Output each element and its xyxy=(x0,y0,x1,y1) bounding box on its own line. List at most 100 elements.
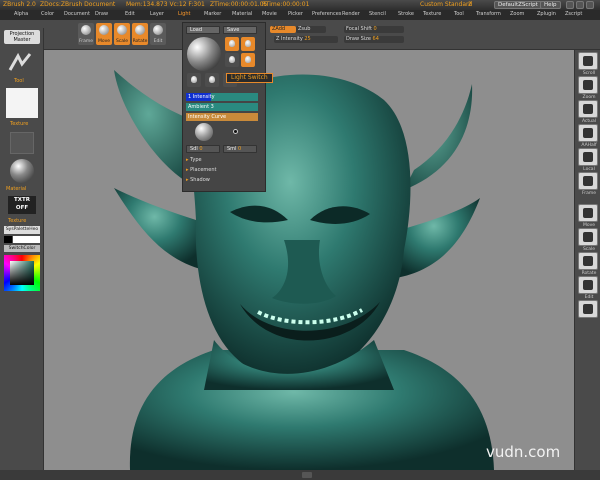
actual-icon xyxy=(583,104,593,114)
zadd-button[interactable]: ZAdd xyxy=(270,26,296,33)
menu-zplugin[interactable]: Zplugin xyxy=(537,11,556,17)
move-icon xyxy=(99,25,109,35)
material-sphere[interactable] xyxy=(10,159,34,183)
shelf-move-button[interactable]: Move xyxy=(96,23,112,45)
menu-edit[interactable]: Edit xyxy=(125,11,135,17)
menu-stencil[interactable]: Stencil xyxy=(369,11,386,17)
main-color-swatch[interactable] xyxy=(4,236,12,243)
alpha-slot[interactable] xyxy=(10,132,34,154)
projection-master-button[interactable]: Projection Master xyxy=(4,30,40,44)
light-6-icon[interactable] xyxy=(205,73,219,87)
secondary-color-swatch[interactable] xyxy=(13,236,40,243)
shelf-frame-button[interactable]: Frame xyxy=(78,23,94,45)
sml-slider[interactable]: Sml 0 xyxy=(223,145,257,153)
light-2-icon[interactable] xyxy=(241,37,255,51)
shelf-scale-button[interactable]: Scale xyxy=(114,23,130,45)
local-button[interactable]: Local xyxy=(578,148,598,172)
menu-document[interactable]: Document xyxy=(64,11,90,17)
sdl-label: Sdl xyxy=(190,146,198,152)
tool-thumbnail[interactable] xyxy=(6,50,34,74)
texture-off-label: Texture xyxy=(8,218,27,224)
menu-texture[interactable]: Texture xyxy=(423,11,441,17)
z-intensity-value: 25 xyxy=(304,36,311,42)
zoom-button[interactable]: Zoom xyxy=(578,76,598,100)
sdl-value: 0 xyxy=(199,146,203,152)
light-1-icon[interactable] xyxy=(225,37,239,51)
ui-config-value[interactable]: 2 xyxy=(468,1,472,8)
menu-alpha[interactable]: Alpha xyxy=(14,11,28,17)
light-5-icon[interactable] xyxy=(187,73,201,87)
menu-material[interactable]: Material xyxy=(232,11,252,17)
document-canvas[interactable] xyxy=(44,50,574,470)
draw-size-slider[interactable]: Draw Size 64 xyxy=(344,36,404,43)
shelf-rotate-button[interactable]: Rotate xyxy=(132,23,148,45)
switch-color-button[interactable]: SwitchColor xyxy=(4,245,40,252)
close-button[interactable] xyxy=(586,1,594,9)
menu-zoom[interactable]: Zoom xyxy=(510,11,524,17)
aahalf-button[interactable]: AAHalf xyxy=(578,124,598,148)
txtr-off-button[interactable]: TXTR OFF xyxy=(8,196,36,214)
rotate-button[interactable]: Rotate xyxy=(578,252,598,276)
shelf-edit-button[interactable]: Edit xyxy=(150,23,166,45)
light-3-icon[interactable] xyxy=(225,53,239,67)
texture-swatch[interactable] xyxy=(6,88,38,118)
left-tray: Projection Master Tool Texture Material … xyxy=(0,28,44,474)
menu-color[interactable]: Color xyxy=(41,11,54,17)
actual-button[interactable]: Actual xyxy=(578,100,598,124)
light-position-dot[interactable] xyxy=(233,129,238,134)
menu-preferences[interactable]: Preferences xyxy=(312,11,341,17)
scale-button[interactable]: Scale xyxy=(578,228,598,252)
syspalette-button[interactable]: SysPaletteHeo xyxy=(4,226,40,234)
color-picker[interactable] xyxy=(4,255,40,291)
ambient-value: 3 xyxy=(210,104,214,110)
z-intensity-slider[interactable]: Z Intensity 25 xyxy=(274,36,338,43)
shelf-button-label: Move xyxy=(97,39,111,44)
focal-shift-label: Focal Shift xyxy=(346,26,372,32)
maximize-button[interactable] xyxy=(576,1,584,9)
local-icon xyxy=(583,152,593,162)
watermark: vudn.com xyxy=(486,443,561,461)
camera-button[interactable] xyxy=(578,300,598,318)
frame-button[interactable]: Frame xyxy=(578,172,598,196)
ambient-slider[interactable]: Ambient 3 xyxy=(186,103,258,111)
scroll-icon xyxy=(583,56,593,66)
demon-bust-model[interactable] xyxy=(44,50,574,470)
light-load-button[interactable]: Load xyxy=(186,26,220,34)
sml-label: Sml xyxy=(227,146,237,152)
intensity-curve-button[interactable]: Intensity Curve xyxy=(186,113,258,121)
light-placement-sphere[interactable] xyxy=(187,37,221,71)
bottom-bar xyxy=(0,470,600,480)
tray-toggle-icon[interactable] xyxy=(302,472,312,478)
type-subpalette[interactable]: ▸ Type xyxy=(186,157,202,163)
minimize-button[interactable] xyxy=(566,1,574,9)
shadow-subpalette[interactable]: ▸ Shadow xyxy=(186,177,210,183)
menu-layer[interactable]: Layer xyxy=(150,11,164,17)
menu-render[interactable]: Render xyxy=(342,11,360,17)
move-button[interactable]: Move xyxy=(578,204,598,228)
menu-tool[interactable]: Tool xyxy=(454,11,464,17)
menu-transform[interactable]: Transform xyxy=(476,11,501,17)
app-title: ZBrush 2.0 xyxy=(3,1,36,8)
menu-picker[interactable]: Picker xyxy=(288,11,303,17)
texture-label: Texture xyxy=(10,121,29,127)
zsub-button[interactable]: Zsub xyxy=(296,26,326,33)
placement-subpalette[interactable]: ▸ Placement xyxy=(186,167,216,173)
help-button[interactable]: Help xyxy=(540,1,561,9)
menu-zscript[interactable]: Zscript xyxy=(565,11,582,17)
light-4-icon[interactable] xyxy=(241,53,255,67)
ui-config-label[interactable]: Custom Standard xyxy=(420,1,472,8)
type-label: Type xyxy=(190,157,202,163)
z-intensity-label: Z Intensity xyxy=(276,36,303,42)
edit-button[interactable]: Edit xyxy=(578,276,598,300)
scroll-button[interactable]: Scroll xyxy=(578,52,598,76)
focal-shift-slider[interactable]: Focal Shift 0 xyxy=(344,26,404,33)
default-zscript-button[interactable]: DefaultZScript xyxy=(494,1,542,9)
menu-light[interactable]: Light xyxy=(178,11,190,17)
menu-movie[interactable]: Movie xyxy=(262,11,277,17)
menu-marker[interactable]: Marker xyxy=(204,11,221,17)
light-intensity-slider[interactable]: 1 Intensity xyxy=(186,93,258,101)
light-save-button[interactable]: Save xyxy=(223,26,257,34)
menu-draw[interactable]: Draw xyxy=(95,11,108,17)
menu-stroke[interactable]: Stroke xyxy=(398,11,414,17)
sdl-slider[interactable]: Sdl 0 xyxy=(186,145,220,153)
